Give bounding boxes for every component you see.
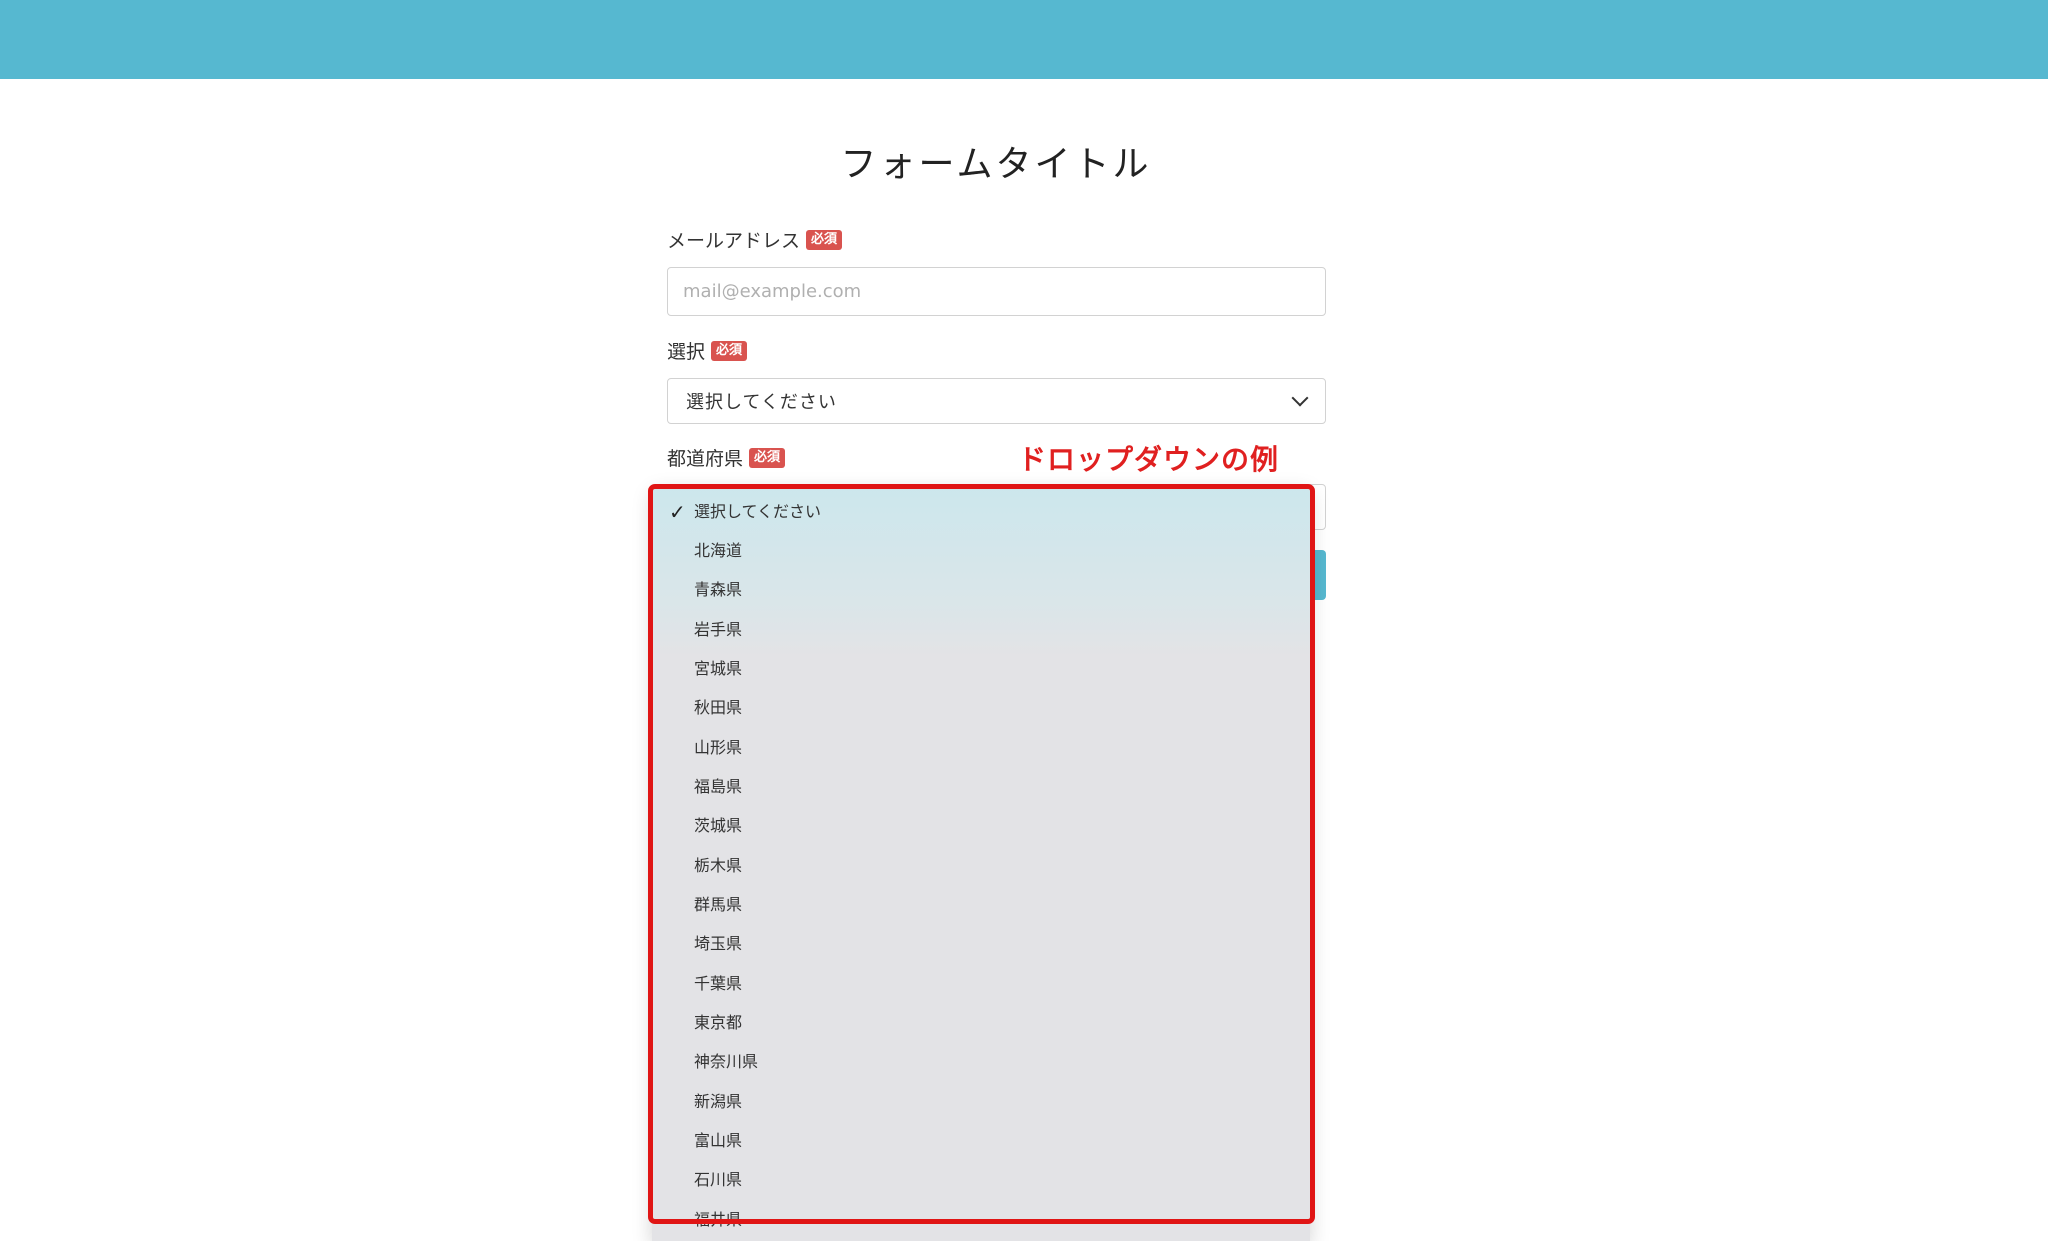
prefecture-label: 都道府県 — [667, 448, 744, 470]
choice-label: 選択 — [667, 341, 706, 363]
choice-select[interactable]: 選択してください — [667, 378, 1326, 424]
choice-select-value: 選択してください — [686, 392, 837, 413]
email-label: メールアドレス — [667, 230, 801, 252]
page-title: フォームタイトル — [840, 144, 1152, 185]
annotation-highlight-box — [648, 484, 1315, 1224]
annotation-label: ドロップダウンの例 — [1018, 443, 1280, 476]
email-label-row: メールアドレス 必須 — [667, 226, 843, 253]
required-badge: 必須 — [749, 447, 786, 468]
required-badge: 必須 — [806, 229, 843, 250]
chevron-down-icon — [1293, 394, 1307, 408]
header-bar — [0, 0, 2048, 79]
email-input[interactable] — [667, 267, 1326, 316]
required-badge: 必須 — [711, 340, 748, 361]
prefecture-label-row: 都道府県 必須 — [667, 444, 786, 471]
choice-label-row: 選択 必須 — [667, 337, 748, 364]
